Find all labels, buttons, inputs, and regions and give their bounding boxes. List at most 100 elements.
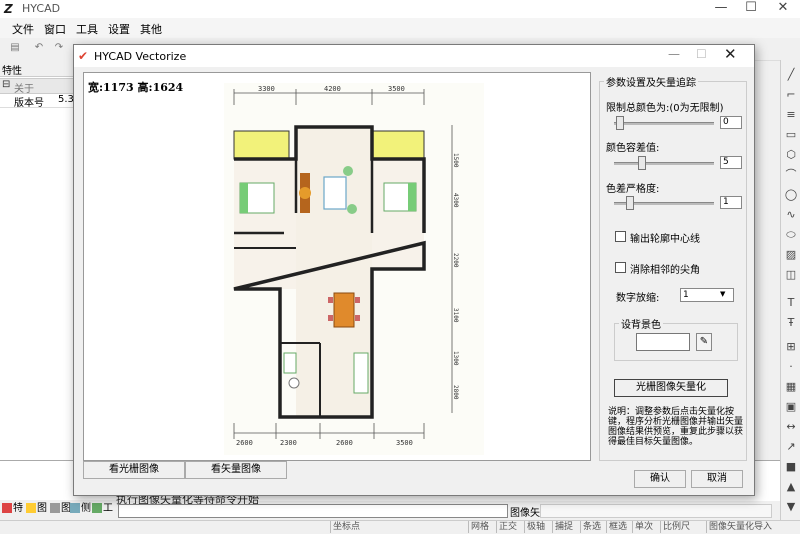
background-color-swatch[interactable] bbox=[636, 333, 690, 351]
scroll-up-icon[interactable]: ▲ bbox=[784, 480, 798, 494]
collapse-icon[interactable]: ⊟ bbox=[2, 79, 10, 90]
menu-window[interactable]: 窗口 bbox=[44, 21, 66, 37]
tools-tab-icon bbox=[92, 503, 102, 513]
dialog-title: HYCAD Vectorize bbox=[94, 50, 187, 63]
dim-bottom-3: 2600 bbox=[336, 439, 353, 447]
dim-bottom-4: 3500 bbox=[396, 439, 413, 447]
zoom-select[interactable]: 1 bbox=[680, 288, 734, 302]
point-icon[interactable]: · bbox=[784, 360, 798, 374]
multiline-icon[interactable]: ≡ bbox=[784, 108, 798, 122]
menu-other[interactable]: 其他 bbox=[140, 21, 162, 37]
color-gradient-value[interactable]: 1 bbox=[720, 196, 742, 209]
insert-block-icon[interactable]: ⊞ bbox=[784, 340, 798, 354]
mtext-icon[interactable]: Ŧ bbox=[784, 316, 798, 330]
maximize-button[interactable]: ☐ bbox=[736, 0, 766, 18]
eyedropper-icon[interactable]: ✎ bbox=[696, 333, 712, 351]
view-vector-button[interactable]: 看矢量图像 bbox=[185, 461, 287, 479]
status-bar: 坐标点 网格 正交 极轴 捕捉 条选 框选 单次 比例尺 图像矢量化导入 bbox=[0, 520, 800, 534]
properties-tab-icon bbox=[2, 503, 12, 513]
tab-tools-label: 工 bbox=[103, 503, 113, 514]
redo-icon[interactable]: ↷ bbox=[52, 42, 66, 54]
arc-icon[interactable]: ⌒ bbox=[784, 168, 798, 182]
command-input[interactable] bbox=[118, 504, 508, 518]
vectorize-button[interactable]: 光栅图像矢量化 bbox=[614, 379, 728, 397]
tab-layers[interactable]: 图 bbox=[26, 502, 47, 516]
menu-file[interactable]: 文件 bbox=[12, 21, 34, 37]
dim-right-1: 1500 bbox=[452, 153, 459, 168]
status-vectorize-import[interactable]: 图像矢量化导入 bbox=[706, 521, 772, 533]
floor-plan-image: 3300 4200 3500 2600 2300 2600 3500 1500 … bbox=[224, 83, 484, 455]
scroll-down-icon[interactable]: ▼ bbox=[784, 500, 798, 514]
status-snap[interactable]: 捕捉 bbox=[552, 521, 573, 533]
properties-header: 特性 bbox=[0, 60, 78, 77]
vectorize-dialog: ✔ HYCAD Vectorize — ☐ ✕ 宽:1173 高:1624 33… bbox=[73, 44, 755, 496]
image-icon[interactable]: ▣ bbox=[784, 400, 798, 414]
dialog-minimize-button[interactable]: — bbox=[668, 47, 680, 61]
polyline-icon[interactable]: ⌐ bbox=[784, 88, 798, 102]
rectangle-icon[interactable]: ▭ bbox=[784, 128, 798, 142]
tab-tools[interactable]: 工 bbox=[92, 502, 113, 516]
tab-layers-label: 图 bbox=[37, 503, 47, 514]
layers-icon[interactable]: ▤ bbox=[8, 42, 22, 54]
circle-icon[interactable]: ◯ bbox=[784, 188, 798, 202]
remove-spikes-label: 消除相邻的尖角 bbox=[630, 265, 700, 276]
dim-top-2: 4200 bbox=[324, 85, 341, 93]
text-icon[interactable]: T bbox=[784, 296, 798, 310]
output-centerline-checkbox[interactable] bbox=[615, 231, 626, 242]
menu-settings[interactable]: 设置 bbox=[108, 21, 130, 37]
image-dimensions: 宽:1173 高:1624 bbox=[88, 81, 184, 94]
dim-bottom-1: 2600 bbox=[236, 439, 253, 447]
ellipse-icon[interactable]: ⬭ bbox=[784, 228, 798, 242]
leader-icon[interactable]: ↗ bbox=[784, 440, 798, 454]
zoom-label: 数字放缩: bbox=[616, 293, 660, 304]
dim-right-6: 2800 bbox=[452, 385, 459, 400]
color-limit-value[interactable]: 0 bbox=[720, 116, 742, 129]
status-grid[interactable]: 网格 bbox=[468, 521, 489, 533]
status-polar[interactable]: 极轴 bbox=[524, 521, 545, 533]
hatch-icon[interactable]: ▨ bbox=[784, 248, 798, 262]
dialog-close-button[interactable]: ✕ bbox=[724, 45, 737, 63]
output-centerline-label: 输出轮廓中心线 bbox=[630, 234, 700, 245]
drawing-tab-icon bbox=[50, 503, 60, 513]
color-tolerance-slider[interactable] bbox=[614, 162, 714, 165]
dimension-icon[interactable]: ↔ bbox=[784, 420, 798, 434]
block-icon[interactable]: ■ bbox=[784, 460, 798, 474]
color-limit-slider[interactable] bbox=[614, 122, 714, 125]
color-limit-slider-thumb[interactable] bbox=[616, 116, 624, 130]
raster-preview[interactable]: 宽:1173 高:1624 3300 4200 3500 2600 2300 2… bbox=[83, 72, 591, 461]
description-text: 说明：调整参数后点击矢量化按键，程序分析光栅图像并输出矢量图像结果供预览，重复此… bbox=[608, 407, 744, 447]
command-scrollbar[interactable] bbox=[540, 504, 772, 518]
polygon-icon[interactable]: ⬡ bbox=[784, 148, 798, 162]
line-icon[interactable]: ╱ bbox=[784, 68, 798, 82]
cancel-button[interactable]: 取消 bbox=[691, 470, 743, 488]
chevron-down-icon[interactable]: ▼ bbox=[720, 290, 725, 298]
tab-properties[interactable]: 特 bbox=[2, 502, 23, 516]
table-icon[interactable]: ▦ bbox=[784, 380, 798, 394]
tab-side[interactable]: 侧 bbox=[70, 502, 91, 516]
color-tolerance-value[interactable]: 5 bbox=[720, 156, 742, 169]
status-ortho[interactable]: 正交 bbox=[496, 521, 517, 533]
close-button[interactable]: ✕ bbox=[768, 0, 798, 18]
color-tolerance-slider-thumb[interactable] bbox=[638, 156, 646, 170]
undo-icon[interactable]: ↶ bbox=[32, 42, 46, 54]
draw-toolbar: ╱ ⌐ ≡ ▭ ⬡ ⌒ ◯ ∿ ⬭ ▨ ◫ T Ŧ ⊞ · ▦ ▣ ↔ ↗ ■ … bbox=[780, 60, 800, 530]
status-single[interactable]: 单次 bbox=[632, 521, 653, 533]
status-box-select[interactable]: 框选 bbox=[606, 521, 627, 533]
dim-right-3: 2200 bbox=[452, 253, 459, 268]
tab-side-label: 侧 bbox=[81, 503, 91, 514]
dialog-maximize-button[interactable]: ☐ bbox=[696, 47, 707, 61]
remove-spikes-checkbox[interactable] bbox=[615, 262, 626, 273]
tab-drawings[interactable]: 图 bbox=[50, 502, 71, 516]
status-scale[interactable]: 比例尺 bbox=[660, 521, 690, 533]
spline-icon[interactable]: ∿ bbox=[784, 208, 798, 222]
minimize-button[interactable]: — bbox=[706, 0, 736, 18]
ok-button[interactable]: 确认 bbox=[634, 470, 686, 488]
region-icon[interactable]: ◫ bbox=[784, 268, 798, 282]
status-line-select[interactable]: 条选 bbox=[580, 521, 601, 533]
dim-right-5: 1300 bbox=[452, 351, 459, 366]
status-coordinates: 坐标点 bbox=[330, 521, 360, 533]
color-gradient-slider-thumb[interactable] bbox=[626, 196, 634, 210]
menu-tools[interactable]: 工具 bbox=[76, 21, 98, 37]
properties-group-about[interactable]: ⊟ 关于 bbox=[0, 78, 78, 95]
view-raster-button[interactable]: 看光栅图像 bbox=[83, 461, 185, 479]
